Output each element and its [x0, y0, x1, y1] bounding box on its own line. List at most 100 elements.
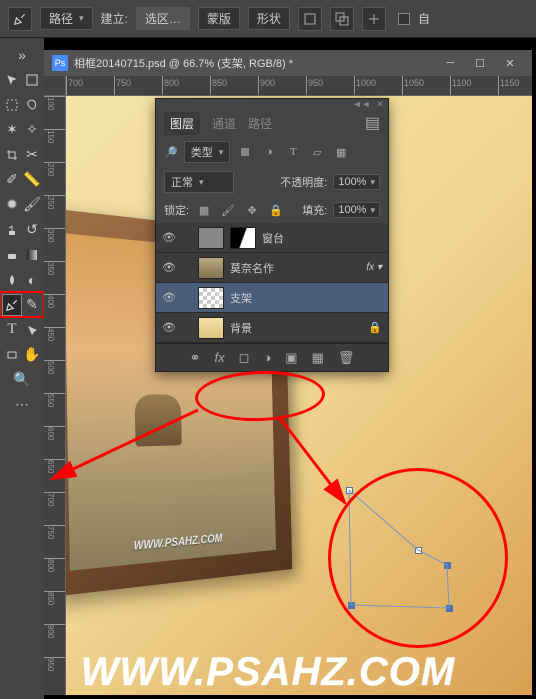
clone-stamp-tool[interactable]	[3, 220, 21, 240]
blend-mode-dropdown[interactable]: 正常	[164, 171, 234, 193]
marquee-tool[interactable]	[3, 95, 21, 115]
lock-position-icon[interactable]: ✥	[243, 201, 261, 219]
rectangle-tool[interactable]	[3, 345, 21, 365]
filter-adjust-icon[interactable]: ◑	[260, 143, 278, 161]
group-icon[interactable]: ▣	[285, 350, 297, 366]
panel-collapse-icon[interactable]: ◄◄	[353, 99, 371, 109]
layers-panel[interactable]: ◄◄ ✕ 图层 通道 路径 ▤ 🔎 类型 ◑ T ▱ ▦ 正常 不透明度: 10…	[155, 98, 389, 372]
ruler-tick: 750	[44, 525, 65, 558]
new-layer-icon[interactable]: ▦	[312, 350, 324, 366]
layer-name[interactable]: 背景	[230, 320, 362, 336]
path-op-icon-1[interactable]	[298, 7, 322, 31]
blur-tool[interactable]	[3, 270, 21, 290]
mask-icon[interactable]: ◻	[239, 350, 250, 366]
layer-row[interactable]: 👁 支架	[156, 283, 388, 313]
make-mask-button[interactable]: 蒙版	[198, 7, 240, 30]
maximize-button[interactable]: ☐	[466, 55, 494, 71]
eyedropper-tool[interactable]: ✐	[3, 170, 21, 190]
opacity-label: 不透明度:	[280, 174, 327, 190]
ruler-tick: 350	[44, 261, 65, 294]
ruler-tick: 800	[44, 558, 65, 591]
filter-pixel-icon[interactable]	[236, 143, 254, 161]
visibility-eye-icon[interactable]: 👁	[162, 291, 176, 305]
tool-mode-dropdown[interactable]: 路径	[40, 7, 93, 30]
current-tool-indicator[interactable]	[8, 7, 32, 31]
layer-fx-icon[interactable]: fx ▾	[366, 262, 382, 273]
pen-tool[interactable]	[3, 295, 21, 315]
ruler-tick: 900	[258, 76, 306, 95]
path-anchor[interactable]	[444, 562, 451, 569]
close-button[interactable]: ✕	[496, 55, 524, 71]
filter-shape-icon[interactable]: ▱	[308, 143, 326, 161]
layer-row[interactable]: 👁 窗台	[156, 223, 388, 253]
freeform-pen-tool[interactable]: ✎	[23, 295, 41, 315]
panel-close-icon[interactable]: ✕	[376, 99, 384, 110]
layer-row[interactable]: 👁 莫奈名作 fx ▾	[156, 253, 388, 283]
gradient-tool[interactable]	[23, 245, 41, 265]
crop-tool[interactable]	[3, 145, 21, 165]
layer-name[interactable]: 莫奈名作	[230, 260, 360, 276]
ruler-tick: 400	[44, 294, 65, 327]
ruler-tick: 150	[44, 129, 65, 162]
chevron-double-icon[interactable]: »	[13, 45, 31, 65]
ruler-tick: 1100	[450, 76, 498, 95]
hand-tool[interactable]: ✋	[23, 345, 41, 365]
minimize-button[interactable]: ─	[436, 55, 464, 71]
visibility-eye-icon[interactable]: 👁	[162, 321, 176, 335]
tab-paths[interactable]: 路径	[248, 115, 272, 132]
magic-wand-tool[interactable]: ✧	[23, 120, 41, 140]
lasso-tool[interactable]	[23, 95, 41, 115]
ruler-tool[interactable]: 📏	[23, 170, 41, 190]
path-anchor[interactable]	[346, 487, 353, 494]
path-select-tool[interactable]	[23, 320, 41, 340]
layer-thumbnail	[198, 227, 224, 249]
layer-thumbnail	[198, 257, 224, 279]
fill-value[interactable]: 100%	[333, 202, 380, 218]
dodge-tool[interactable]: ◐	[23, 270, 41, 290]
adjustment-icon[interactable]: ◑	[263, 350, 271, 365]
auto-label: 自	[418, 10, 430, 27]
layer-name[interactable]: 支架	[230, 290, 382, 306]
filter-smart-icon[interactable]: ▦	[332, 143, 350, 161]
layer-name[interactable]: 窗台	[262, 230, 382, 246]
path-anchor[interactable]	[446, 605, 453, 612]
move-tool[interactable]	[3, 70, 21, 90]
make-selection-button[interactable]: 选区…	[136, 7, 190, 30]
panel-menu-icon[interactable]: ▤	[365, 113, 380, 133]
lock-pixels-icon[interactable]: 🖌	[219, 201, 237, 219]
trash-icon[interactable]: 🗑	[338, 350, 355, 366]
tab-channels[interactable]: 通道	[212, 115, 236, 132]
filter-type-icon[interactable]: T	[284, 143, 302, 161]
path-anchor[interactable]	[415, 547, 422, 554]
visibility-eye-icon[interactable]: 👁	[162, 231, 176, 245]
opacity-value[interactable]: 100%	[333, 174, 380, 190]
fx-icon[interactable]: fx	[215, 350, 225, 365]
path-align-icon[interactable]	[362, 7, 386, 31]
link-layers-icon[interactable]: ⚭	[190, 350, 201, 366]
filter-type-dropdown[interactable]: 类型	[184, 141, 231, 163]
zoom-tool[interactable]: 🔍	[12, 370, 32, 390]
ruler-tick: 500	[44, 360, 65, 393]
create-label: 建立:	[101, 10, 128, 27]
lock-all-icon[interactable]: 🔒	[267, 201, 285, 219]
eraser-tool[interactable]	[3, 245, 21, 265]
make-shape-button[interactable]: 形状	[248, 7, 290, 30]
more-tools-icon[interactable]: ⋯	[12, 395, 32, 415]
layer-row[interactable]: 👁背景🔒	[156, 313, 388, 343]
type-tool[interactable]: T	[3, 320, 21, 340]
artboard-tool[interactable]	[23, 70, 41, 90]
slice-tool[interactable]: ✂	[23, 145, 41, 165]
visibility-eye-icon[interactable]: 👁	[162, 261, 176, 275]
lock-label: 锁定:	[164, 202, 189, 218]
ruler-tick: 700	[66, 76, 114, 95]
spot-heal-tool[interactable]: ✹	[3, 195, 21, 215]
path-anchor[interactable]	[348, 602, 355, 609]
lock-transparent-icon[interactable]: ▩	[195, 201, 213, 219]
path-op-icon-2[interactable]	[330, 7, 354, 31]
auto-checkbox[interactable]	[398, 13, 410, 25]
history-brush-tool[interactable]: ↺	[23, 220, 41, 240]
quick-select-tool[interactable]: ✶	[3, 120, 21, 140]
layer-mask-thumbnail	[230, 227, 256, 249]
brush-tool[interactable]: 🖌	[23, 195, 41, 215]
tab-layers[interactable]: 图层	[164, 112, 200, 135]
